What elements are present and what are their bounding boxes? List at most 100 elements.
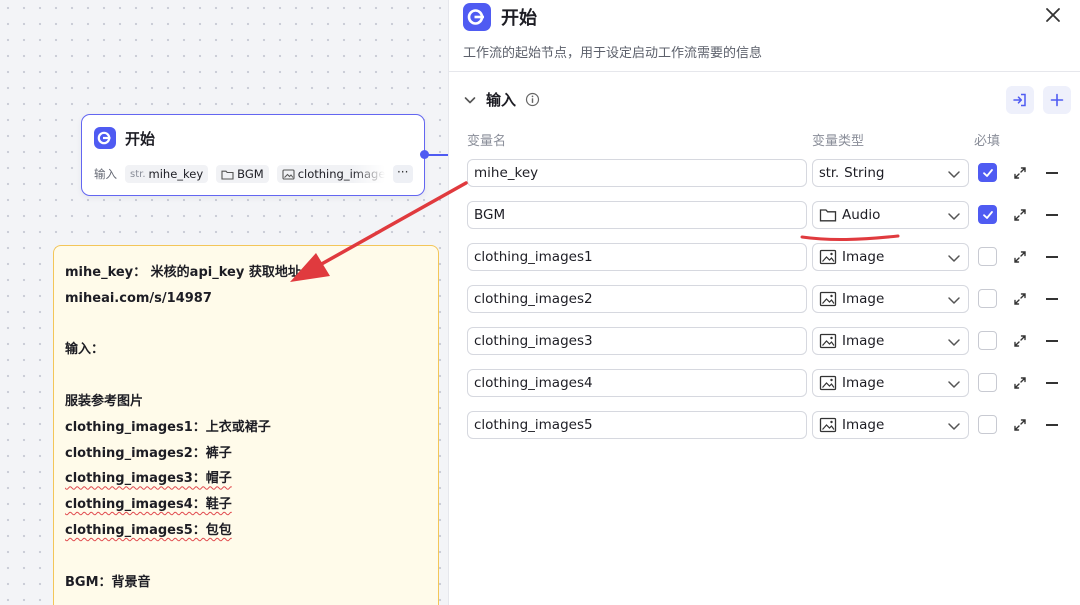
- import-icon: [1013, 93, 1026, 107]
- input-section-title: 输入: [486, 91, 517, 109]
- start-node-panel: 开始 工作流的起始节点，用于设定启动工作流需要的信息 输入 变量名 变量类型 必…: [448, 0, 1080, 605]
- note-line: clothing_images1：上衣或裙子: [65, 419, 271, 435]
- node-inputs-label: 输入: [94, 167, 117, 181]
- variable-row: Image: [449, 369, 1080, 397]
- variable-type-select[interactable]: Image: [812, 369, 969, 397]
- string-icon: str.: [819, 165, 840, 181]
- variable-type-select[interactable]: Image: [812, 243, 969, 271]
- variable-type-select[interactable]: str. String: [812, 159, 969, 187]
- variable-row: Image: [449, 411, 1080, 439]
- variable-type-select[interactable]: Image: [812, 411, 969, 439]
- required-checkbox[interactable]: [978, 415, 997, 434]
- note-blank: [65, 544, 427, 570]
- variable-name-input[interactable]: [467, 411, 807, 439]
- chip-label: BGM: [237, 167, 264, 181]
- column-header-name: 变量名: [467, 134, 507, 149]
- variable-row: str. String: [449, 159, 1080, 187]
- remove-variable-button[interactable]: [1046, 256, 1058, 258]
- note-line: miheai.com/s/14987: [65, 290, 212, 306]
- expand-icon[interactable]: [1012, 207, 1028, 223]
- note-line: clothing_images2：裤子: [65, 445, 232, 461]
- variable-type-label: String: [844, 165, 885, 181]
- start-logo-icon: [94, 127, 116, 149]
- expand-icon[interactable]: [1012, 291, 1028, 307]
- node-chip-clothing-images: clothing_images: [276, 165, 385, 183]
- chevron-down-icon: [946, 166, 962, 182]
- required-checkbox[interactable]: [978, 331, 997, 350]
- remove-variable-button[interactable]: [1046, 214, 1058, 216]
- variable-type-label: Image: [842, 291, 885, 307]
- expand-icon[interactable]: [1012, 375, 1028, 391]
- variable-name-input[interactable]: [467, 327, 807, 355]
- node-title: 开始: [125, 129, 156, 148]
- variable-type-select[interactable]: Audio: [812, 201, 969, 229]
- node-inputs: 输入 str. mihe_key BGM clothing_images ···: [94, 165, 413, 183]
- expand-icon[interactable]: [1012, 165, 1028, 181]
- folder-icon: [221, 169, 234, 180]
- note-line: clothing_images5：包包: [65, 522, 232, 538]
- note-line: clothing_images4：鞋子: [65, 497, 232, 513]
- note-line: 服装参考图片: [65, 393, 144, 409]
- note-card[interactable]: mihe_key： 米核的api_key 获取地址 miheai.com/s/1…: [53, 245, 439, 605]
- variable-row: Image: [449, 243, 1080, 271]
- chip-label: clothing_images: [297, 167, 385, 181]
- chevron-down-icon: [946, 376, 962, 392]
- chevron-down-icon: [946, 250, 962, 266]
- remove-variable-button[interactable]: [1046, 298, 1058, 300]
- variable-name-input[interactable]: [467, 201, 807, 229]
- panel-description: 工作流的起始节点，用于设定启动工作流需要的信息: [463, 46, 763, 61]
- panel-header: 开始 工作流的起始节点，用于设定启动工作流需要的信息: [449, 0, 1080, 72]
- add-variable-button[interactable]: [1043, 86, 1071, 114]
- remove-variable-button[interactable]: [1046, 424, 1058, 426]
- folder-icon: [819, 207, 837, 223]
- note-line: BGM：背景音: [65, 574, 151, 590]
- info-icon[interactable]: [525, 92, 540, 107]
- variable-type-label: Image: [842, 417, 885, 433]
- chip-label: mihe_key: [148, 167, 204, 181]
- variable-name-input[interactable]: [467, 369, 807, 397]
- required-checkbox[interactable]: [978, 247, 997, 266]
- red-underline-annotation: [800, 234, 900, 242]
- image-icon: [819, 375, 837, 391]
- variable-type-label: Audio: [842, 207, 881, 223]
- input-section-header[interactable]: 输入: [463, 89, 540, 110]
- required-checkbox[interactable]: [978, 163, 997, 182]
- close-icon[interactable]: [1043, 5, 1063, 25]
- variable-name-input[interactable]: [467, 285, 807, 313]
- note-line: mihe_key： 米核的api_key 获取地址: [65, 265, 301, 280]
- variable-row: Image: [449, 285, 1080, 313]
- node-header: 开始: [94, 127, 155, 149]
- remove-variable-button[interactable]: [1046, 172, 1058, 174]
- note-line: 输入：: [65, 342, 105, 358]
- string-icon: str.: [130, 168, 146, 180]
- remove-variable-button[interactable]: [1046, 340, 1058, 342]
- remove-variable-button[interactable]: [1046, 382, 1058, 384]
- variable-name-input[interactable]: [467, 243, 807, 271]
- expand-icon[interactable]: [1012, 249, 1028, 265]
- image-icon: [819, 333, 837, 349]
- variable-type-select[interactable]: Image: [812, 327, 969, 355]
- node-chip-mihe-key: str. mihe_key: [125, 165, 209, 183]
- variable-row: Audio: [449, 201, 1080, 229]
- variable-type-label: Image: [842, 375, 885, 391]
- more-inputs-button[interactable]: ···: [392, 165, 413, 183]
- required-checkbox[interactable]: [978, 373, 997, 392]
- chevron-down-icon: [946, 292, 962, 308]
- chevron-down-icon[interactable]: [463, 93, 477, 107]
- expand-icon[interactable]: [1012, 333, 1028, 349]
- image-icon: [282, 168, 295, 180]
- start-node[interactable]: 开始 输入 str. mihe_key BGM clothing_images …: [81, 114, 425, 196]
- chevron-down-icon: [946, 334, 962, 350]
- required-checkbox[interactable]: [978, 205, 997, 224]
- import-variables-button[interactable]: [1006, 86, 1034, 114]
- column-header-required: 必填: [974, 134, 1001, 149]
- image-icon: [819, 249, 837, 265]
- note-line: clothing_images3：帽子: [65, 471, 232, 487]
- variable-name-input[interactable]: [467, 159, 807, 187]
- expand-icon[interactable]: [1012, 417, 1028, 433]
- node-edge: [428, 154, 450, 156]
- required-checkbox[interactable]: [978, 289, 997, 308]
- chevron-down-icon: [946, 208, 962, 224]
- variable-type-select[interactable]: Image: [812, 285, 969, 313]
- check-icon: [982, 168, 993, 177]
